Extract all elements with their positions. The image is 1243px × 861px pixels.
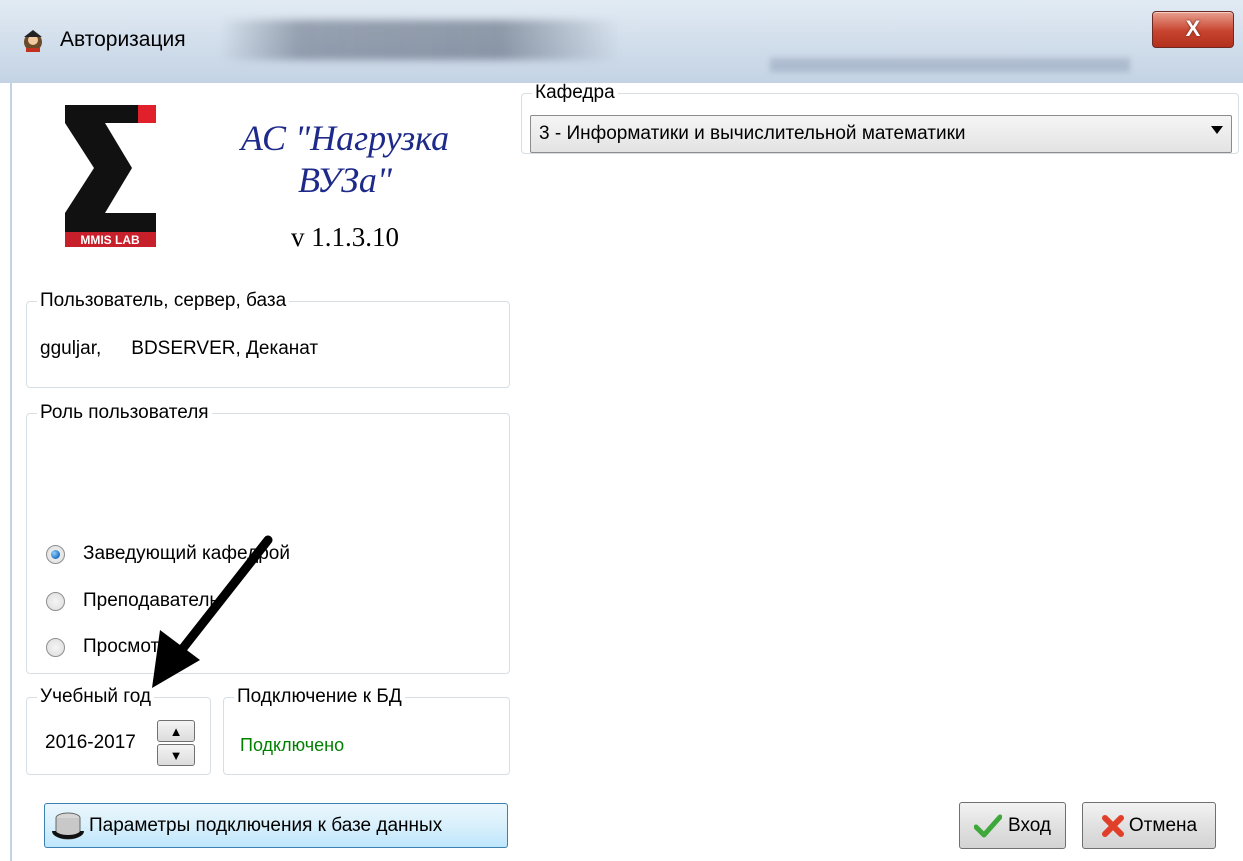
role-radio-head[interactable]: Заведующий кафедрой [46, 543, 290, 565]
db-connection-group: Подключение к БД [223, 686, 510, 775]
department-select[interactable]: 3 - Информатики и вычислительной математ… [530, 115, 1232, 153]
user-info-line: gguljar, BDSERVER, Деканат [40, 338, 318, 360]
department-legend: Кафедра [535, 82, 615, 103]
role-group-legend: Роль пользователя [40, 402, 209, 423]
app-name-line1: АС "Нагрузка [240, 118, 450, 158]
cancel-button[interactable]: Отмена [1082, 802, 1216, 849]
close-icon: X [1185, 16, 1201, 41]
login-label: Вход [1008, 814, 1051, 836]
server-name: BDSERVER, [131, 338, 241, 359]
app-version: v 1.1.3.10 [291, 222, 399, 252]
cancel-x-icon [1101, 814, 1124, 837]
chevron-down-icon[interactable] [1211, 126, 1223, 134]
user-name: gguljar, [40, 338, 102, 359]
user-group-legend: Пользователь, сервер, база [40, 290, 287, 311]
role-label-teacher: Преподаватель [83, 590, 220, 611]
db-params-label: Параметры подключения к базе данных [89, 814, 443, 836]
app-icon [24, 30, 42, 52]
role-radio-view[interactable]: Просмотр [46, 636, 170, 658]
spin-up-icon[interactable]: ▲ [157, 720, 195, 742]
close-button[interactable]: X [1152, 11, 1234, 48]
window-title: Авторизация [60, 28, 186, 51]
year-group-legend: Учебный год [40, 686, 151, 707]
role-label-head: Заведующий кафедрой [83, 543, 290, 564]
blurred-background-strip [770, 58, 1130, 72]
title-bar: Авторизация X [0, 0, 1243, 83]
blurred-background-text [220, 20, 620, 60]
role-label-view: Просмотр [83, 636, 170, 657]
spin-down-icon[interactable]: ▼ [157, 744, 195, 766]
database-name: Деканат [246, 338, 319, 359]
radio-selected-icon[interactable] [46, 544, 65, 564]
database-icon [52, 812, 84, 839]
db-status: Подключено [240, 735, 345, 755]
db-group-legend: Подключение к БД [237, 686, 402, 707]
app-name: АС "Нагрузка ВУЗа" [190, 117, 500, 201]
academic-year-value: 2016-2017 [45, 732, 136, 753]
radio-icon[interactable] [46, 637, 65, 657]
department-selected: 3 - Информатики и вычислительной математ… [539, 123, 966, 144]
checkmark-icon [974, 814, 1002, 837]
role-radio-teacher[interactable]: Преподаватель [46, 590, 219, 612]
login-button[interactable]: Вход [959, 802, 1066, 849]
db-params-button[interactable]: Параметры подключения к базе данных [44, 803, 508, 848]
radio-icon[interactable] [46, 591, 65, 611]
user-role-group: Роль пользователя [26, 402, 510, 674]
svg-text:MMIS LAB: MMIS LAB [80, 233, 140, 247]
mmis-lab-logo: MMIS LAB [65, 105, 156, 247]
cancel-label: Отмена [1128, 814, 1198, 836]
app-name-line2: ВУЗа" [297, 160, 393, 200]
year-spinner[interactable]: ▲ ▼ [157, 720, 195, 766]
